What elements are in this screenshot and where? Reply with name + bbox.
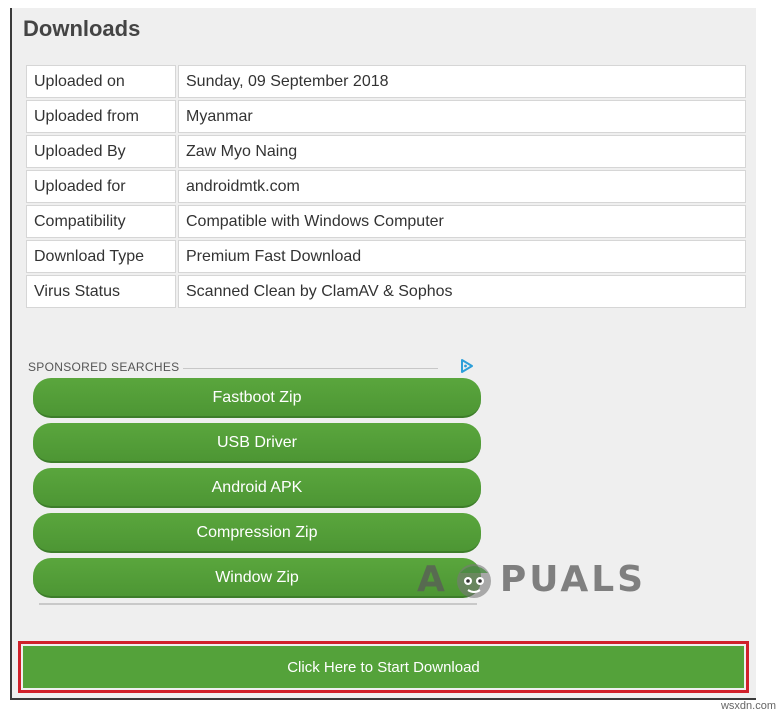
sponsored-bottom-divider: [39, 603, 477, 605]
sponsored-search-window-zip[interactable]: Window Zip: [33, 558, 481, 598]
table-row: Download Type Premium Fast Download: [26, 240, 746, 273]
detail-label: Uploaded By: [26, 135, 176, 168]
detail-value: Myanmar: [178, 100, 746, 133]
detail-label: Download Type: [26, 240, 176, 273]
section-title: Downloads: [23, 16, 141, 41]
sponsored-divider: [180, 368, 438, 369]
table-row: Compatibility Compatible with Windows Co…: [26, 205, 746, 238]
detail-value: Scanned Clean by ClamAV & Sophos: [178, 275, 746, 308]
downloads-panel: Downloads Uploaded on Sunday, 09 Septemb…: [10, 8, 756, 700]
download-highlight-frame: Click Here to Start Download: [18, 641, 749, 693]
download-details-table: Uploaded on Sunday, 09 September 2018 Up…: [24, 63, 748, 310]
detail-label: Compatibility: [26, 205, 176, 238]
table-row: Uploaded on Sunday, 09 September 2018: [26, 65, 746, 98]
table-row: Uploaded for androidmtk.com: [26, 170, 746, 203]
sponsored-searches: SPONSORED SEARCHES Fastboot Zip USB Driv…: [22, 358, 482, 605]
start-download-button[interactable]: Click Here to Start Download: [23, 646, 744, 688]
detail-label: Uploaded for: [26, 170, 176, 203]
sponsored-search-usb-driver[interactable]: USB Driver: [33, 423, 481, 463]
detail-value: Sunday, 09 September 2018: [178, 65, 746, 98]
detail-label: Uploaded from: [26, 100, 176, 133]
detail-label: Uploaded on: [26, 65, 176, 98]
detail-value: Compatible with Windows Computer: [178, 205, 746, 238]
mascot-icon: [456, 564, 491, 598]
detail-label: Virus Status: [26, 275, 176, 308]
adchoices-icon[interactable]: [459, 358, 475, 374]
sponsored-header: SPONSORED SEARCHES: [22, 358, 482, 376]
watermark-text-left: A: [417, 558, 448, 600]
table-row: Uploaded from Myanmar: [26, 100, 746, 133]
detail-value: androidmtk.com: [178, 170, 746, 203]
appuals-watermark: A PUALS: [417, 555, 646, 603]
sponsored-search-compression-zip[interactable]: Compression Zip: [33, 513, 481, 553]
site-credit: wsxdn.com: [720, 700, 776, 712]
sponsored-search-android-apk[interactable]: Android APK: [33, 468, 481, 508]
table-row: Virus Status Scanned Clean by ClamAV & S…: [26, 275, 746, 308]
sponsored-search-fastboot-zip[interactable]: Fastboot Zip: [33, 378, 481, 418]
sponsored-heading: SPONSORED SEARCHES: [28, 360, 184, 374]
table-row: Uploaded By Zaw Myo Naing: [26, 135, 746, 168]
detail-value: Premium Fast Download: [178, 240, 746, 273]
watermark-text-right: PUALS: [499, 558, 647, 600]
detail-value: Zaw Myo Naing: [178, 135, 746, 168]
